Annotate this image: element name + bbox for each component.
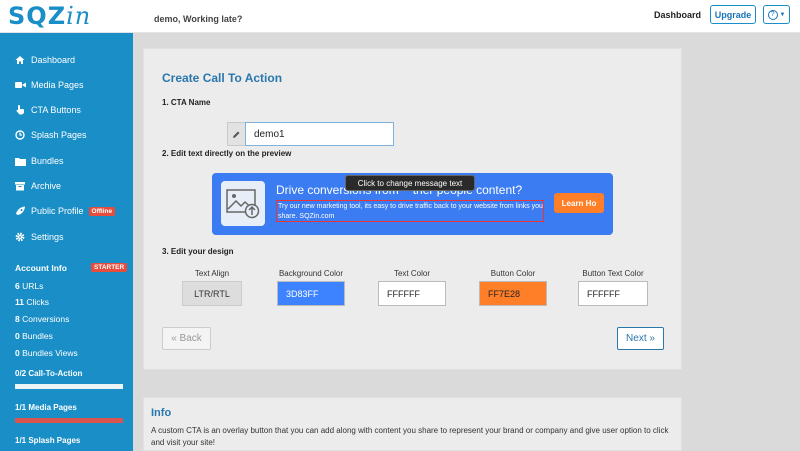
sidebar-item-cta-buttons[interactable]: CTA Buttons: [0, 100, 133, 120]
image-upload-icon[interactable]: [221, 181, 265, 226]
offline-badge: Offline: [88, 206, 116, 216]
button-text-color-control: Button Text Color FFFFFF: [578, 267, 648, 306]
sidebar-item-splash-pages[interactable]: Splash Pages: [0, 125, 133, 145]
text-align-toggle[interactable]: LTR/RTL: [182, 281, 242, 306]
text-color-input[interactable]: FFFFFF: [378, 281, 446, 306]
tooltip: Click to change message text: [345, 175, 475, 191]
sqzin-logo[interactable]: SQZin: [8, 2, 91, 30]
sidebar-item-bundles[interactable]: Bundles: [0, 151, 133, 171]
sidebar-item-settings[interactable]: Settings: [0, 227, 133, 247]
info-card: Info A custom CTA is an overlay button t…: [143, 397, 682, 451]
button-text-color-input[interactable]: FFFFFF: [578, 281, 648, 306]
background-color-control: Background Color 3D83FF: [277, 267, 345, 306]
background-color-input[interactable]: 3D83FF: [277, 281, 345, 306]
video-icon: [14, 81, 26, 89]
rocket-icon: [14, 206, 26, 216]
section-edit-text-label: 2. Edit text directly on the preview: [162, 149, 292, 158]
info-text: A custom CTA is an overlay button that y…: [151, 426, 669, 447]
folder-icon: [14, 157, 26, 166]
help-icon: ?: [767, 9, 778, 20]
stat-clicks: 11 Clicks: [15, 297, 50, 307]
section-design-label: 3. Edit your design: [162, 247, 234, 256]
top-bar: SQZin demo, Working late? Dashboard Upgr…: [0, 0, 800, 33]
stat-bundles-views: 0 Bundles Views: [15, 348, 78, 358]
hand-pointer-icon: [14, 105, 26, 115]
page-title: Create Call To Action: [162, 71, 283, 85]
starter-badge: STARTER: [91, 263, 128, 272]
clock-icon: [14, 130, 26, 140]
create-cta-card: Create Call To Action 1. CTA Name 2. Edi…: [143, 48, 682, 370]
account-info-title: Account Info: [15, 263, 67, 273]
caret-down-icon: ▼: [779, 11, 786, 18]
cta-name-input[interactable]: [245, 122, 394, 146]
sidebar-item-archive[interactable]: Archive: [0, 176, 133, 196]
progress-label-cta: 0/2 Call-To-Action: [15, 369, 83, 378]
progress-label-splash-pages: 1/1 Splash Pages: [15, 436, 81, 445]
next-button[interactable]: Next »: [617, 327, 664, 350]
nav-dashboard-link[interactable]: Dashboard: [654, 10, 701, 20]
progress-bar-cta: [15, 384, 123, 389]
sidebar-item-media-pages[interactable]: Media Pages: [0, 75, 133, 95]
greeting-text: demo, Working late?: [154, 14, 243, 24]
stat-conversions: 8 Conversions: [15, 314, 70, 324]
section-cta-name-label: 1. CTA Name: [162, 98, 211, 107]
info-title: Info: [151, 407, 172, 419]
sidebar-item-dashboard[interactable]: Dashboard: [0, 50, 133, 70]
text-color-control: Text Color FFFFFF: [378, 267, 446, 306]
pencil-icon: [227, 122, 245, 146]
back-button[interactable]: « Back: [162, 327, 211, 350]
cta-name-field-group: [227, 122, 394, 146]
progress-bar-media-pages: [15, 418, 123, 423]
sidebar: Dashboard Media Pages CTA Buttons Splash…: [0, 33, 133, 451]
text-align-control: Text Align LTR/RTL: [182, 267, 242, 306]
archive-icon: [14, 181, 26, 191]
gear-icon: [14, 232, 26, 242]
sidebar-item-public-profile[interactable]: Public Profile Offline: [0, 201, 133, 221]
preview-message-text[interactable]: Try our new marketing tool, its easy to …: [276, 200, 544, 222]
upgrade-button[interactable]: Upgrade: [710, 5, 756, 24]
stat-bundles: 0 Bundles: [15, 331, 53, 341]
progress-label-media-pages: 1/1 Media Pages: [15, 403, 77, 412]
stat-urls: 6 URLs: [15, 281, 44, 291]
preview-cta-button[interactable]: Learn Ho: [554, 193, 604, 213]
button-color-input[interactable]: FF7E28: [479, 281, 547, 306]
button-color-control: Button Color FF7E28: [479, 267, 547, 306]
home-icon: [14, 55, 26, 65]
help-menu-button[interactable]: ? ▼: [763, 5, 790, 24]
